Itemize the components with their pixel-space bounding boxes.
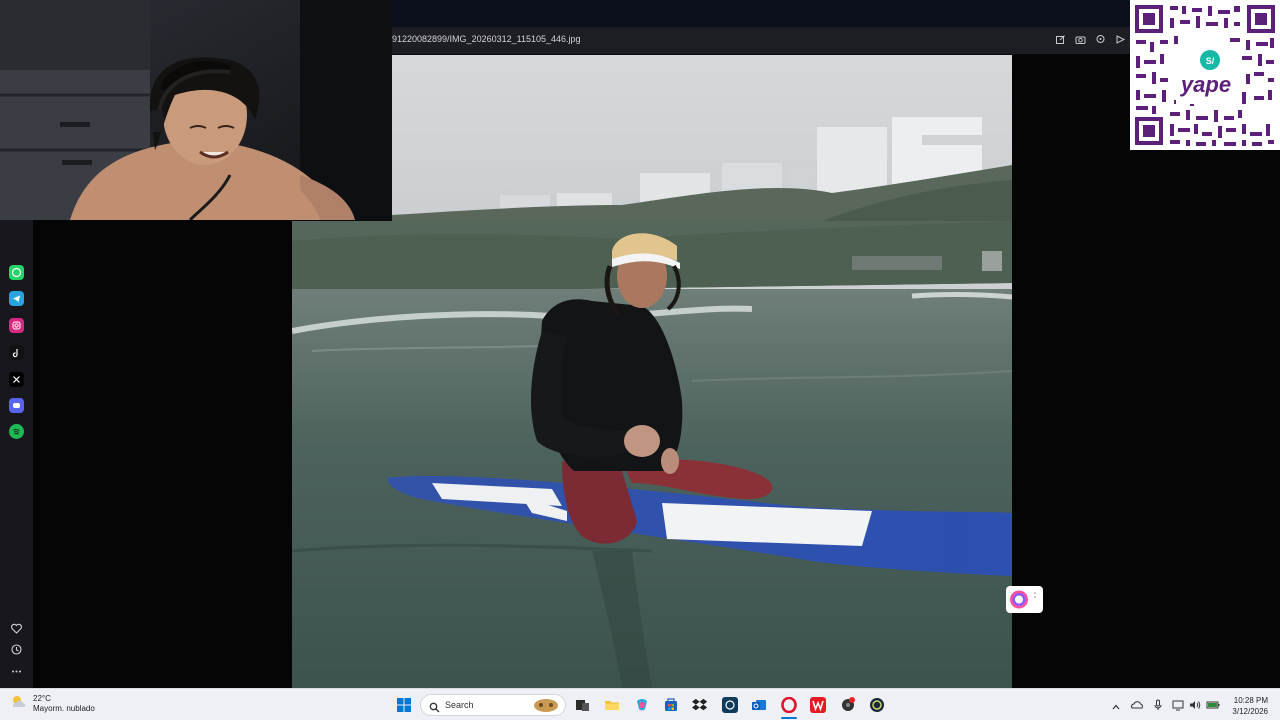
heart-icon[interactable] <box>10 622 23 635</box>
share-icon[interactable] <box>1115 34 1126 45</box>
weather-desc: Mayorm. nublado <box>33 704 95 713</box>
screen: 91220082899/IMG_20260312_115105_446.jpg <box>0 0 1280 720</box>
store-icon[interactable] <box>663 697 679 713</box>
dropbox-icon[interactable] <box>692 697 708 713</box>
media-player-icon[interactable] <box>840 697 856 713</box>
photo-upper <box>392 55 1012 221</box>
obs-studio-icon[interactable] <box>722 697 738 713</box>
file-explorer-icon[interactable] <box>604 697 620 713</box>
weather-widget[interactable]: 22°C Mayorm. nublado <box>10 694 95 715</box>
search-highlight-icon <box>533 698 559 718</box>
more-icon[interactable] <box>10 665 23 678</box>
outlook-icon[interactable] <box>751 697 767 713</box>
clock-date: 3/12/2026 <box>1232 707 1268 716</box>
dock-side-panel <box>33 220 292 688</box>
windows-start-icon[interactable] <box>396 697 412 713</box>
telegram-icon[interactable] <box>9 291 24 306</box>
steam-icon[interactable] <box>869 697 885 713</box>
discord-icon[interactable] <box>9 398 24 413</box>
clock-time: 10:28 PM <box>1233 696 1268 705</box>
search-placeholder: Search <box>445 700 474 710</box>
spotify-icon[interactable] <box>9 424 24 439</box>
battery-icon[interactable] <box>1206 698 1220 716</box>
task-view-icon[interactable] <box>574 697 590 713</box>
copilot-icon[interactable] <box>634 697 650 713</box>
search-icon <box>429 700 440 718</box>
camera-icon[interactable] <box>1075 34 1086 45</box>
chevron-up-icon[interactable] <box>1111 699 1121 717</box>
pin-icon[interactable] <box>1095 34 1106 45</box>
network-icon[interactable] <box>1171 698 1185 716</box>
qr-badge-text: S/ <box>1206 56 1215 66</box>
active-app-indicator <box>781 717 797 719</box>
left-dock <box>0 220 33 688</box>
edit-icon[interactable] <box>1055 34 1066 45</box>
volume-icon[interactable] <box>1188 698 1202 716</box>
qr-brand-text: yape <box>1180 72 1231 97</box>
floating-app-button[interactable] <box>1006 586 1043 613</box>
taskbar-search[interactable]: Search <box>420 694 566 716</box>
instagram-icon[interactable] <box>9 318 24 333</box>
onedrive-icon[interactable] <box>1130 698 1144 716</box>
weather-temp: 22°C <box>33 694 51 703</box>
taskbar: 22°C Mayorm. nublado Search 10:28 PM 3/1… <box>0 688 1280 720</box>
file-path: 91220082899/IMG_20260312_115105_446.jpg <box>392 34 581 44</box>
wps-office-icon[interactable] <box>810 697 826 713</box>
cloud-icon <box>10 694 28 715</box>
image-viewer-toolbar: 91220082899/IMG_20260312_115105_446.jpg <box>392 27 1132 54</box>
webcam-overlay <box>0 0 392 220</box>
clock[interactable]: 10:28 PM 3/12/2026 <box>1232 695 1268 717</box>
tiktok-icon[interactable] <box>9 345 24 360</box>
qr-code: S/ yape <box>1130 0 1280 150</box>
microphone-icon[interactable] <box>1153 698 1163 716</box>
x-icon[interactable] <box>9 372 24 387</box>
photo-main <box>292 221 1012 688</box>
whatsapp-icon[interactable] <box>9 265 24 280</box>
history-icon[interactable] <box>10 643 23 656</box>
opera-icon[interactable] <box>781 696 797 714</box>
